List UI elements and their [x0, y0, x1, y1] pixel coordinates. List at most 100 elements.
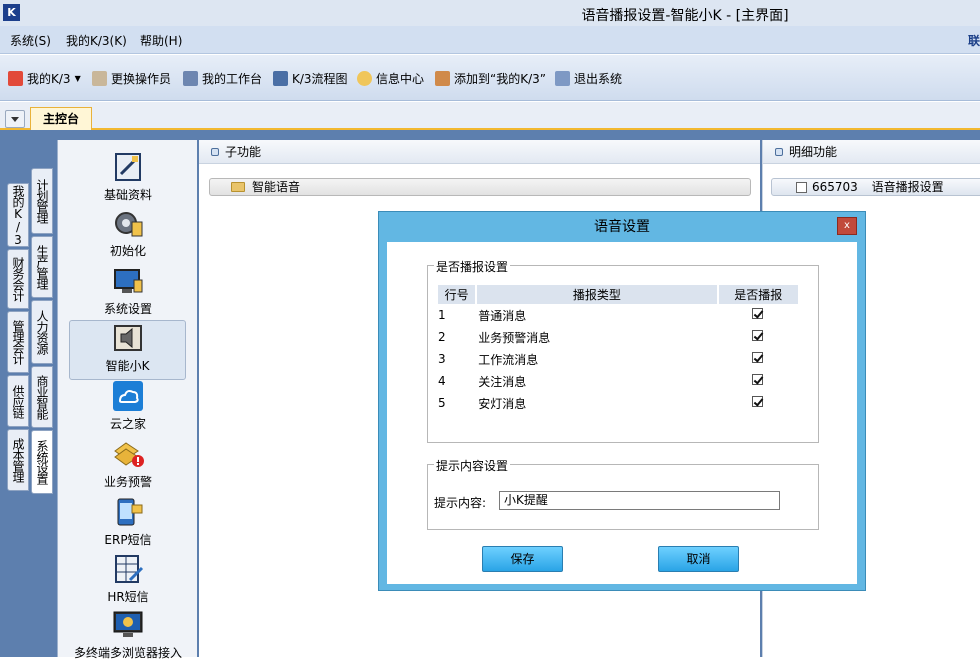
cloud-icon	[112, 381, 144, 411]
toolbar-switch-operator-button[interactable]: 更换操作员	[92, 69, 171, 87]
broadcast-settings-group: 是否播报设置 行号 播报类型 是否播报 1 普通消息 2 业务预警消息 3 工作…	[427, 258, 819, 443]
nav-label: 系统设置	[103, 302, 152, 316]
subfunction-item-smart-voice[interactable]: 智能语音	[209, 178, 751, 196]
vtab-hr[interactable]: 人力资源	[31, 300, 53, 364]
toolbar-my-k3-button[interactable]: 我的K/3 ▼	[8, 69, 81, 87]
nav-label: 业务预警	[103, 475, 152, 489]
toolbar-label: 更换操作员	[111, 71, 172, 86]
nav-label: 基础资料	[103, 188, 152, 202]
dialog-close-button[interactable]: x	[837, 217, 857, 235]
toolbar-message-center-button[interactable]: 信息中心	[357, 69, 424, 87]
hr-sms-icon	[112, 554, 144, 584]
vtab-cost-management[interactable]: 成本管理	[7, 429, 29, 491]
row-number: 4	[438, 374, 446, 388]
nav-business-alert[interactable]: 业务预警	[58, 439, 198, 490]
vtab-system-settings[interactable]: 系统设置	[31, 430, 53, 494]
nav-smart-k[interactable]: 智能小K	[69, 320, 186, 380]
broadcast-checkbox[interactable]	[752, 396, 764, 407]
dialog-title: 语音设置	[594, 219, 650, 235]
window-title: 语音播报设置-智能小K - [主界面]	[581, 8, 789, 24]
tab-list-dropdown-button[interactable]	[5, 110, 25, 128]
vtab-my-k3[interactable]: 我的K/3	[7, 183, 29, 247]
menu-right-label[interactable]: 联	[968, 32, 980, 49]
row-type: 工作流消息	[478, 352, 539, 367]
toolbar-label: 我的K/3	[27, 71, 71, 86]
row-number: 2	[438, 330, 446, 344]
tab-main-console[interactable]: 主控台	[30, 107, 92, 130]
star-icon	[8, 70, 23, 86]
detail-item-code: 665703	[812, 180, 858, 194]
nav-erp-sms[interactable]: ERP短信	[58, 497, 198, 548]
nav-label: 多终端多浏览器接入	[73, 646, 182, 660]
title-bar: K 语音播报设置-智能小K - [主界面]	[0, 0, 980, 26]
exit-icon	[555, 70, 570, 86]
row-number: 1	[438, 308, 446, 322]
table-row: 3 工作流消息	[438, 348, 798, 370]
toolbar-label: 退出系统	[574, 71, 623, 86]
folder-icon	[231, 182, 245, 192]
message-icon	[357, 70, 372, 86]
detail-item-label: 语音播报设置	[871, 180, 944, 194]
terminal-icon	[112, 610, 144, 640]
broadcast-checkbox[interactable]	[752, 308, 764, 319]
speaker-icon	[112, 323, 144, 353]
table-row: 2 业务预警消息	[438, 326, 798, 348]
nav-label: ERP短信	[104, 533, 152, 547]
subfunction-item-label: 智能语音	[252, 180, 301, 194]
toolbar-flowchart-button[interactable]: K/3流程图	[273, 69, 348, 87]
row-type: 业务预警消息	[478, 330, 551, 345]
menu-my-k3[interactable]: 我的K/3(K)	[66, 32, 127, 49]
function-nav-panel: 基础资料 初始化 系统设置 智能小K 云之家 业务预警 ERP短信 HR短信 多…	[57, 140, 198, 660]
vtab-planning[interactable]: 计划管理	[31, 168, 53, 234]
row-number: 5	[438, 396, 446, 410]
nav-cloud-home[interactable]: 云之家	[58, 381, 198, 432]
vtab-production[interactable]: 生产管理	[31, 236, 53, 298]
row-number: 3	[438, 352, 446, 366]
add-favorite-icon	[435, 70, 450, 86]
broadcast-settings-legend: 是否播报设置	[434, 258, 511, 275]
pencil-icon	[183, 70, 198, 86]
detail-item-voice-broadcast[interactable]: 665703 语音播报设置	[771, 178, 980, 196]
content-settings-legend: 提示内容设置	[434, 457, 511, 474]
document-icon	[796, 182, 807, 193]
gear-icon	[112, 208, 144, 238]
vtab-management-accounting[interactable]: 管理会计	[7, 311, 29, 373]
cancel-button[interactable]: 取消	[658, 546, 739, 572]
nav-multi-terminal[interactable]: 多终端多浏览器接入	[58, 610, 198, 661]
toolbar-add-favorite-button[interactable]: 添加到“我的K/3”	[435, 69, 546, 87]
broadcast-checkbox[interactable]	[752, 374, 764, 385]
nav-hr-sms[interactable]: HR短信	[58, 554, 198, 605]
nav-initialization[interactable]: 初始化	[58, 208, 198, 259]
toolbar-label: 信息中心	[376, 71, 425, 86]
table-row: 1 普通消息	[438, 304, 798, 326]
toolbar: 我的K/3 ▼ 更换操作员 我的工作台 K/3流程图 信息中心 添加到“我的K/…	[0, 55, 980, 101]
vtab-bi[interactable]: 商业智能	[31, 366, 53, 428]
vtab-finance[interactable]: 财务会计	[7, 249, 29, 309]
toolbar-label: K/3流程图	[292, 71, 348, 86]
nav-system-settings[interactable]: 系统设置	[58, 266, 198, 317]
content-settings-group: 提示内容设置 提示内容: 小K提醒	[427, 457, 819, 530]
table-row: 4 关注消息	[438, 370, 798, 392]
menu-system[interactable]: 系统(S)	[10, 32, 51, 49]
broadcast-checkbox[interactable]	[752, 352, 764, 363]
vtab-supply-chain[interactable]: 供应链	[7, 375, 29, 427]
content-input[interactable]: 小K提醒	[499, 491, 780, 510]
save-button[interactable]: 保存	[482, 546, 563, 572]
content-label: 提示内容:	[434, 496, 487, 510]
broadcast-checkbox[interactable]	[752, 330, 764, 341]
toolbar-label: 添加到“我的K/3”	[454, 71, 546, 86]
monitor-icon	[112, 266, 144, 296]
warning-icon	[112, 439, 144, 469]
nav-label: 智能小K	[105, 359, 150, 373]
nav-basic-data[interactable]: 基础资料	[58, 152, 198, 203]
column-header-enabled: 是否播报	[717, 285, 798, 304]
toolbar-workbench-button[interactable]: 我的工作台	[183, 69, 262, 87]
users-icon	[92, 70, 107, 86]
sms-icon	[112, 497, 144, 527]
menu-help[interactable]: 帮助(H)	[140, 32, 182, 49]
toolbar-exit-button[interactable]: 退出系统	[555, 69, 622, 87]
row-type: 关注消息	[478, 374, 527, 389]
detail-title: 明细功能	[789, 145, 838, 159]
basic-data-icon	[112, 152, 144, 182]
voice-settings-dialog: 语音设置 x 是否播报设置 行号 播报类型 是否播报 1 普通消息 2 业务预警…	[378, 211, 866, 591]
